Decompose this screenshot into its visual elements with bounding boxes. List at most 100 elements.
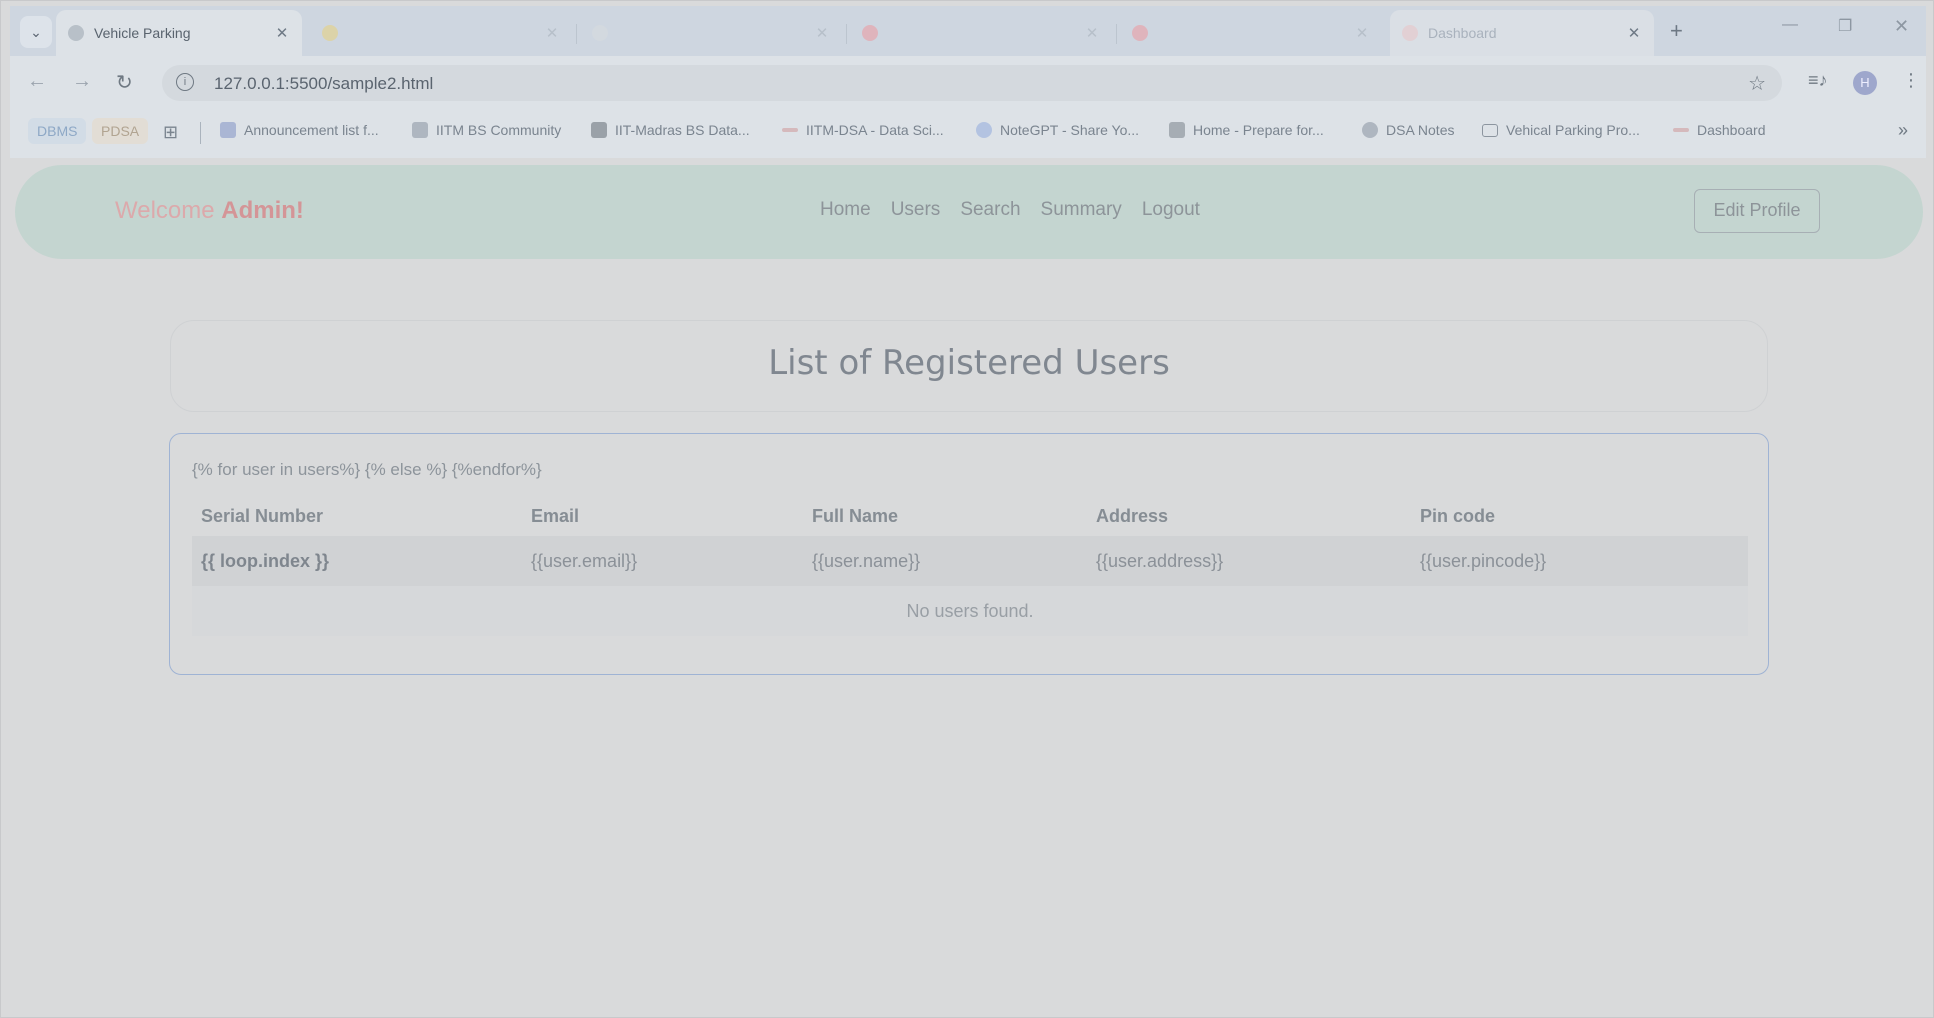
people-icon (220, 122, 236, 138)
close-icon[interactable]: ✕ (1084, 24, 1100, 42)
browser-window: ⌄ Vehicle Parking ✕ ✕ ✕ ✕ ✕ Dashboard ✕ … (0, 0, 1934, 1018)
bookmark-item[interactable]: IIT-Madras BS Data... (591, 122, 750, 138)
cell-email: {{user.email}} (531, 550, 638, 571)
favicon-icon (1132, 25, 1148, 41)
star-icon[interactable]: ☆ (1748, 71, 1766, 96)
tab-3[interactable]: ✕ (580, 10, 842, 56)
notegpt-icon (976, 122, 992, 138)
folder-icon (1482, 123, 1498, 137)
tab-5[interactable]: ✕ (1120, 10, 1382, 56)
bookmark-label: NoteGPT - Share Yo... (1000, 122, 1140, 138)
table-row: {{ loop.index }} {{user.email}} {{user.n… (192, 536, 1748, 586)
tab-title: Dashboard (1428, 25, 1497, 41)
browser-toolbar: ← → ↻ i 127.0.0.1:5500/sample2.html ☆ ≡♪… (10, 56, 1926, 108)
url-text: 127.0.0.1:5500/sample2.html (214, 74, 434, 93)
close-icon[interactable]: ✕ (274, 24, 290, 42)
header-address: Address (1096, 505, 1169, 526)
welcome-prefix: Welcome (115, 197, 222, 224)
bookmark-label: DSA Notes (1386, 122, 1455, 138)
bookmark-divider (200, 122, 201, 144)
favicon-icon (322, 25, 338, 41)
close-icon[interactable]: ✕ (544, 24, 560, 42)
nav-users[interactable]: Users (891, 199, 941, 221)
menu-icon[interactable]: ⋮ (1902, 70, 1920, 91)
template-text: {% for user in users%} {% else %} {%endf… (192, 460, 542, 479)
tab-strip: ⌄ Vehicle Parking ✕ ✕ ✕ ✕ ✕ Dashboard ✕ … (10, 6, 1926, 56)
apps-icon[interactable]: ⊞ (163, 122, 178, 143)
community-icon (412, 122, 428, 138)
ip-icon (1169, 122, 1185, 138)
nav-logout[interactable]: Logout (1142, 199, 1200, 221)
header-email: Email (531, 505, 580, 526)
nav-summary[interactable]: Summary (1041, 199, 1122, 221)
page-title: List of Registered Users (768, 343, 1170, 383)
bookmark-item[interactable]: IITM-DSA - Data Sci... (782, 122, 944, 138)
header-pincode: Pin code (1420, 505, 1496, 526)
nav-home[interactable]: Home (820, 199, 871, 221)
bookmark-item[interactable]: Home - Prepare for... (1169, 122, 1324, 138)
globe-icon (68, 25, 84, 41)
tab-title: Vehicle Parking (94, 25, 191, 41)
nav-search[interactable]: Search (960, 199, 1020, 221)
bookmarks-more-icon[interactable]: » (1898, 120, 1908, 141)
bookmark-label: Vehical Parking Pro... (1506, 122, 1640, 138)
bookmark-item[interactable]: Announcement list f... (220, 122, 379, 138)
tab-4[interactable]: ✕ (850, 10, 1112, 56)
bookmark-pdsa[interactable]: PDSA (92, 118, 149, 144)
m-icon (591, 122, 607, 138)
avatar[interactable]: H (1853, 71, 1877, 95)
tab-search-icon[interactable]: ⌄ (20, 16, 52, 48)
edit-profile-button[interactable]: Edit Profile (1694, 189, 1820, 233)
link-icon (782, 128, 798, 132)
table-header: Serial Number Email Full Name Address Pi… (192, 496, 1748, 536)
bookmark-label: Announcement list f... (244, 122, 379, 138)
close-window-icon[interactable]: ✕ (1894, 16, 1909, 37)
favicon-icon (1402, 25, 1418, 41)
cell-pincode: {{user.pincode}} (1420, 550, 1547, 571)
globe-icon (1362, 122, 1378, 138)
bookmark-label: IITM BS Community (436, 122, 562, 138)
bookmark-dbms[interactable]: DBMS (28, 118, 87, 144)
tab-2[interactable]: ✕ (310, 10, 572, 56)
close-icon[interactable]: ✕ (814, 24, 830, 42)
nav-links: Home Users Search Summary Logout (820, 199, 1200, 221)
cell-address: {{user.address}} (1096, 550, 1224, 571)
bookmark-label: Home - Prepare for... (1193, 122, 1324, 138)
bookmark-item[interactable]: NoteGPT - Share Yo... (976, 122, 1139, 138)
bookmark-item[interactable]: Vehical Parking Pro... (1482, 122, 1640, 138)
favicon-icon (862, 25, 878, 41)
site-navbar: Welcome Admin! Home Users Search Summary… (15, 165, 1923, 259)
heading-card: List of Registered Users (170, 320, 1768, 412)
info-icon[interactable]: i (176, 73, 194, 91)
welcome-text: Welcome Admin! (115, 197, 304, 225)
reload-icon[interactable]: ↻ (116, 70, 133, 95)
tab-divider (576, 24, 577, 44)
bookmark-item[interactable]: DSA Notes (1362, 122, 1454, 138)
cell-name: {{user.name}} (812, 550, 921, 571)
address-bar[interactable]: i 127.0.0.1:5500/sample2.html ☆ (162, 65, 1782, 101)
back-icon[interactable]: ← (27, 70, 47, 93)
link-icon (1673, 128, 1689, 132)
minimize-icon[interactable]: — (1782, 16, 1798, 34)
header-serial: Serial Number (201, 505, 324, 526)
close-icon[interactable]: ✕ (1354, 24, 1370, 42)
tab-divider (1116, 24, 1117, 44)
bookmark-item[interactable]: IITM BS Community (412, 122, 561, 138)
restore-icon[interactable]: ❐ (1838, 16, 1852, 36)
empty-message: No users found. (192, 586, 1748, 636)
bookmark-item[interactable]: Dashboard (1673, 122, 1766, 138)
tab-divider (846, 24, 847, 44)
close-icon[interactable]: ✕ (1626, 24, 1642, 42)
forward-icon[interactable]: → (72, 70, 92, 93)
welcome-name: Admin! (221, 197, 304, 224)
tab-vehicle-parking[interactable]: Vehicle Parking ✕ (56, 10, 302, 56)
bookmark-label: Dashboard (1697, 122, 1766, 138)
media-icon[interactable]: ≡♪ (1808, 70, 1828, 91)
bookmark-label: IIT-Madras BS Data... (615, 122, 750, 138)
cell-serial: {{ loop.index }} (201, 550, 330, 571)
tab-dashboard[interactable]: Dashboard ✕ (1390, 10, 1654, 56)
bookmarks-bar: DBMS PDSA ⊞ Announcement list f... IITM … (10, 108, 1926, 158)
new-tab-icon[interactable]: + (1670, 18, 1683, 44)
header-full-name: Full Name (812, 505, 899, 526)
favicon-icon (592, 25, 608, 41)
